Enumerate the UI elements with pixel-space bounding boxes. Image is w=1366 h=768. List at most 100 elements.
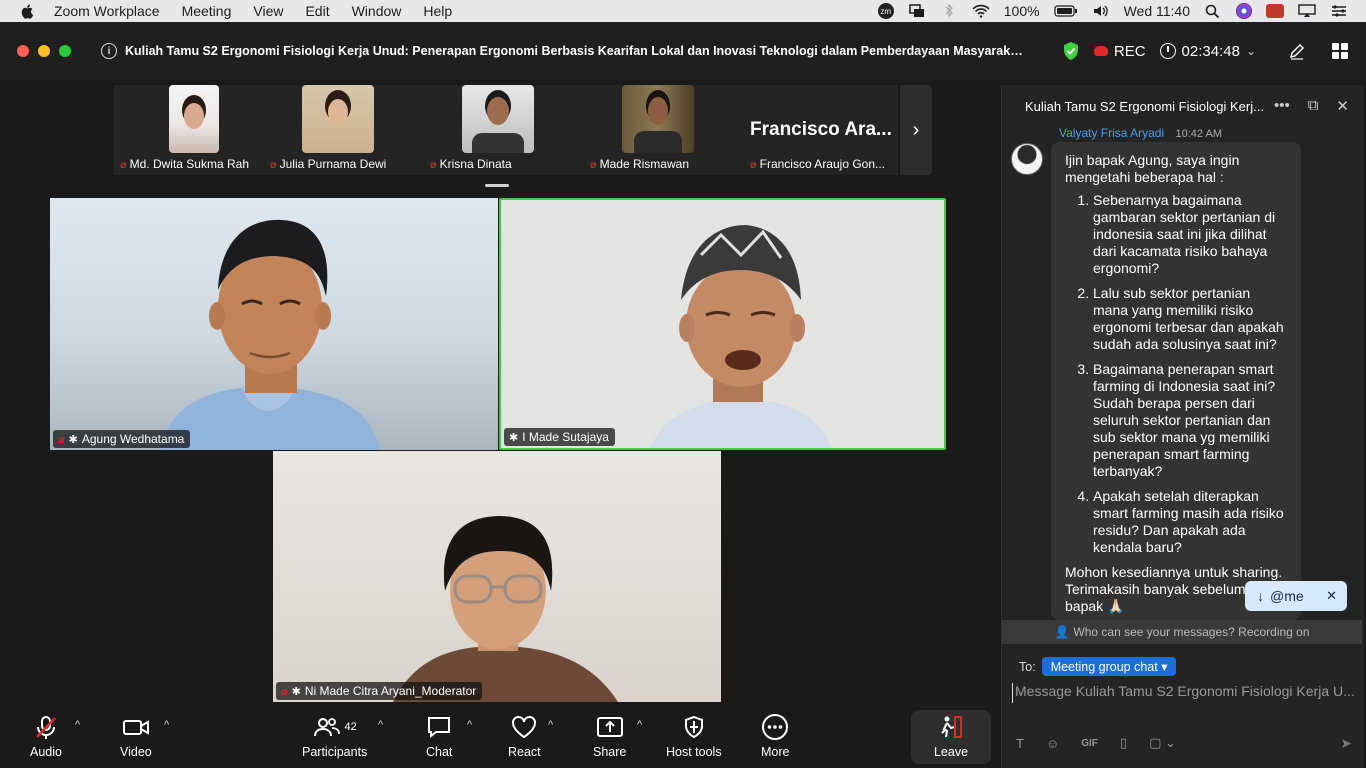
leave-button[interactable]: Leave: [911, 710, 991, 764]
emoji-icon[interactable]: ☺: [1046, 736, 1059, 751]
muted-mic-icon: ⌀: [120, 158, 127, 171]
thumbnail-participant[interactable]: ⌀ Julia Purnama Dewi: [264, 85, 420, 175]
chat-message-input[interactable]: Message Kuliah Tamu S2 Ergonomi Fisiolog…: [1012, 683, 1357, 703]
video-tile-moderator[interactable]: ⌀ ✱ Ni Made Citra Aryani_Moderator: [273, 451, 721, 702]
participants-options-caret-icon[interactable]: ^: [378, 719, 383, 731]
close-icon[interactable]: ✕: [1326, 588, 1337, 604]
participants-label: Participants: [302, 745, 368, 759]
avatar[interactable]: [1011, 143, 1043, 175]
fullscreen-window-button[interactable]: [59, 45, 71, 57]
menu-help[interactable]: Help: [423, 3, 452, 19]
annotate-pen-icon[interactable]: [1288, 42, 1306, 60]
wifi-icon[interactable]: [972, 4, 990, 18]
thumbnail-participant[interactable]: ⌀ Francisco Araujo Gon...: [744, 85, 900, 175]
share-label: Share: [593, 745, 627, 759]
share-options-caret-icon[interactable]: ^: [637, 719, 642, 731]
muted-mic-icon: ⌀: [590, 158, 597, 171]
encryption-shield-icon[interactable]: [1062, 41, 1080, 61]
thumbnail-name: ⌀ Md. Dwita Sukma Rah: [120, 157, 270, 171]
host-tools-label: Host tools: [666, 745, 722, 759]
meeting-timer[interactable]: 02:34:48 ⌄: [1159, 43, 1256, 60]
participant-video: [462, 85, 534, 153]
share-button[interactable]: Share: [593, 713, 626, 759]
meeting-title: Kuliah Tamu S2 Ergonomi Fisiologi Kerja …: [125, 44, 1025, 58]
chat-bubble-icon: [428, 717, 451, 739]
more-options-icon[interactable]: •••: [1274, 97, 1290, 115]
thumbnail-name-text: Krisna Dinata: [439, 157, 512, 171]
menubar-clock[interactable]: Wed 11:40: [1124, 3, 1190, 19]
gif-icon[interactable]: GIF: [1081, 738, 1098, 749]
battery-icon[interactable]: [1053, 4, 1078, 18]
video-tile-sutajaya[interactable]: ✱ I Made Sutajaya: [499, 198, 946, 450]
chat-label: Chat: [426, 745, 453, 759]
strip-drag-handle[interactable]: [485, 184, 509, 187]
meeting-info-icon[interactable]: i: [101, 43, 117, 59]
thumbnail-name-text: Made Rismawan: [599, 157, 689, 171]
thumbnail-participant[interactable]: ⌀ Krisna Dinata: [424, 85, 580, 175]
participants-button[interactable]: 42 Participants: [302, 713, 367, 759]
menu-edit[interactable]: Edit: [305, 3, 329, 19]
participants-count: 42: [344, 721, 357, 733]
file-icon[interactable]: ▯: [1120, 735, 1127, 751]
next-page-chevron-icon[interactable]: ›: [900, 85, 932, 175]
video-label: Video: [120, 745, 152, 759]
thumbnail-name-text: Francisco Araujo Gon...: [759, 157, 886, 171]
muted-mic-icon: ⌀: [750, 158, 757, 171]
react-options-caret-icon[interactable]: ^: [548, 719, 553, 731]
bluetooth-icon[interactable]: [940, 4, 958, 18]
thumbnail-name: ⌀ Francisco Araujo Gon...: [750, 157, 900, 171]
participant-video: [302, 85, 374, 153]
host-tools-button[interactable]: Host tools: [666, 713, 722, 759]
chat-options-caret-icon[interactable]: ^: [467, 719, 472, 731]
video-tile-agung[interactable]: ⌀ ✱ Agung Wedhatama: [50, 198, 498, 450]
menu-view[interactable]: View: [253, 3, 283, 19]
close-icon[interactable]: ✕: [1336, 97, 1349, 115]
view-grid-icon[interactable]: [1332, 43, 1348, 59]
screen-icon[interactable]: [908, 4, 926, 18]
participant-shirt: [634, 131, 682, 153]
list-item: Lalu sub sektor pertanian mana yang memi…: [1093, 285, 1287, 353]
more-button[interactable]: More: [761, 713, 789, 759]
thumbnail-name: ⌀ Made Rismawan: [590, 157, 740, 171]
message-sender[interactable]: Valyaty Frisa Aryadi: [1059, 126, 1164, 140]
text-format-icon[interactable]: T: [1016, 736, 1024, 751]
audio-options-caret-icon[interactable]: ^: [75, 719, 80, 731]
search-icon[interactable]: [1204, 4, 1222, 18]
apple-icon[interactable]: [20, 3, 36, 19]
recipient-dropdown[interactable]: Meeting group chat ▾: [1041, 657, 1177, 676]
recipient-row: To: Meeting group chat ▾: [1019, 657, 1177, 676]
minimize-window-button[interactable]: [38, 45, 50, 57]
zoom-badge-icon[interactable]: zm: [877, 3, 894, 19]
close-window-button[interactable]: [17, 45, 29, 57]
spotlight-pin-icon: ✱: [68, 433, 78, 446]
tile-name-text: Ni Made Citra Aryani_Moderator: [304, 684, 477, 698]
jump-to-mention-button[interactable]: ↓ @me ✕: [1245, 581, 1347, 611]
thumbnail-participant[interactable]: ⌀ Made Rismawan: [584, 85, 740, 175]
send-icon[interactable]: ➤: [1340, 735, 1352, 752]
control-center-icon[interactable]: [1330, 4, 1348, 18]
tile-name-label: ⌀ ✱ Ni Made Citra Aryani_Moderator: [276, 682, 483, 700]
menu-meeting[interactable]: Meeting: [182, 3, 232, 19]
recording-indicator[interactable]: REC: [1093, 43, 1146, 60]
menu-window[interactable]: Window: [352, 3, 402, 19]
screenshot-icon[interactable]: ▢ ⌄: [1149, 735, 1176, 751]
video-options-caret-icon[interactable]: ^: [164, 719, 169, 731]
mention-label: @me: [1270, 588, 1304, 604]
visibility-text: Who can see your messages? Recording on: [1073, 625, 1310, 639]
visibility-notice[interactable]: 👤 Who can see your messages? Recording o…: [1002, 620, 1362, 644]
tile-name-label: ⌀ ✱ Agung Wedhatama: [53, 430, 191, 448]
chat-button[interactable]: Chat: [426, 713, 452, 759]
volume-icon[interactable]: [1092, 4, 1110, 18]
menu-app-name[interactable]: Zoom Workplace: [54, 3, 160, 19]
video-button[interactable]: Video: [120, 713, 152, 759]
siri-icon[interactable]: [1236, 3, 1252, 19]
vpn-icon[interactable]: [1266, 4, 1284, 18]
share-screen-icon: [596, 717, 623, 737]
react-button[interactable]: React: [508, 713, 541, 759]
participant-face: [487, 97, 509, 125]
audio-button[interactable]: Audio: [30, 713, 62, 759]
pop-out-icon[interactable]: ⧉: [1308, 97, 1319, 115]
thumbnail-participant[interactable]: ⌀ Md. Dwita Sukma Rah: [114, 85, 270, 175]
chat-message-bubble[interactable]: Ijin bapak Agung, saya ingin mengetahi b…: [1051, 142, 1301, 620]
display-icon[interactable]: [1298, 4, 1316, 18]
